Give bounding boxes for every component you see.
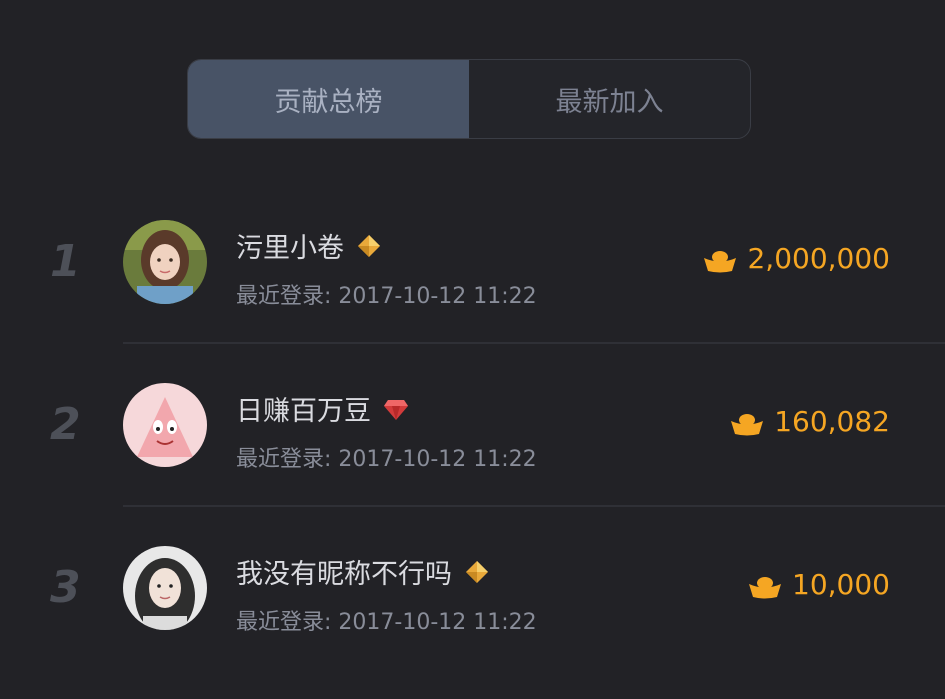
name-line: 污里小卷: [236, 226, 382, 265]
list-item[interactable]: 2 日赚百万豆 最近登录: 2017-10-12 11:22 160,082: [0, 343, 945, 505]
diamond-icon: [464, 559, 490, 585]
user-name: 日赚百万豆: [236, 396, 371, 427]
coin-amount: 10,000: [748, 568, 890, 601]
coin-amount: 2,000,000: [703, 242, 890, 275]
list-item[interactable]: 1 污里小卷 最近登录: 2017-10-12 11:22 2,000,000: [0, 180, 945, 342]
name-line: 日赚百万豆: [236, 389, 409, 428]
last-login: 最近登录: 2017-10-12 11:22: [236, 278, 537, 310]
avatar[interactable]: [123, 383, 207, 467]
last-login: 最近登录: 2017-10-12 11:22: [236, 441, 537, 473]
rank-number: 3: [50, 562, 81, 613]
coin-value: 2,000,000: [747, 242, 890, 275]
coin-value: 160,082: [774, 405, 890, 438]
leaderboard-page: 贡献总榜 最新加入 1 污里小卷 最近登录: 2017-10-12 11:22 …: [0, 0, 945, 699]
diamond-icon: [356, 233, 382, 259]
avatar[interactable]: [123, 546, 207, 630]
user-name: 污里小卷: [236, 233, 344, 264]
tab-newest-joined[interactable]: 最新加入: [469, 60, 750, 138]
user-name: 我没有昵称不行吗: [236, 559, 452, 590]
last-login-label: 最近登录:: [236, 447, 332, 472]
last-login-label: 最近登录:: [236, 610, 332, 635]
last-login-label: 最近登录:: [236, 284, 332, 309]
leaderboard-tabs: 贡献总榜 最新加入: [187, 59, 751, 139]
gold-ingot-icon: [703, 247, 737, 272]
coin-value: 10,000: [792, 568, 890, 601]
gold-ingot-icon: [730, 410, 764, 435]
tab-total-contribution[interactable]: 贡献总榜: [188, 60, 469, 138]
ruby-icon: [383, 396, 409, 422]
last-login: 最近登录: 2017-10-12 11:22: [236, 604, 537, 636]
last-login-time: 2017-10-12 11:22: [338, 447, 537, 472]
gold-ingot-icon: [748, 573, 782, 598]
last-login-time: 2017-10-12 11:22: [338, 284, 537, 309]
rank-number: 2: [50, 399, 81, 450]
name-line: 我没有昵称不行吗: [236, 552, 490, 591]
rank-number: 1: [50, 236, 81, 287]
list-item[interactable]: 3 我没有昵称不行吗 最近登录: 2017-10-12 11:22 10,000: [0, 506, 945, 668]
avatar[interactable]: [123, 220, 207, 304]
last-login-time: 2017-10-12 11:22: [338, 610, 537, 635]
coin-amount: 160,082: [730, 405, 890, 438]
